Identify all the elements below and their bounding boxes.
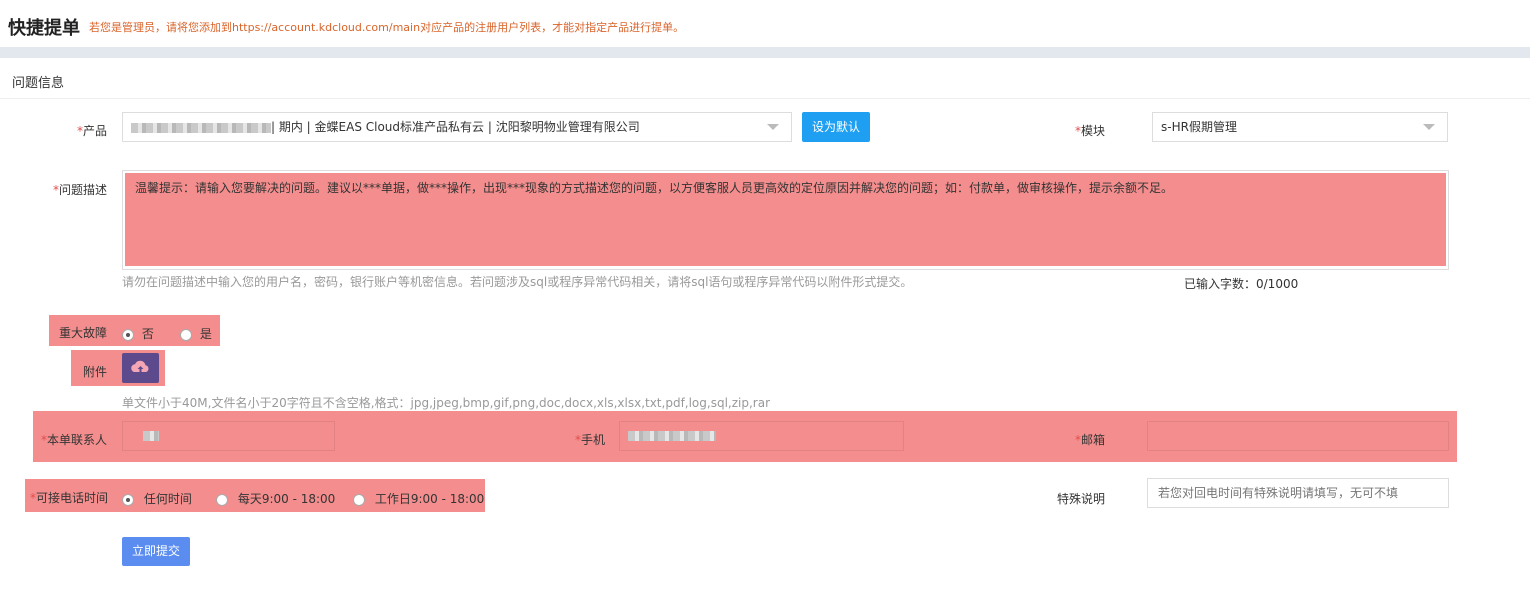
major-fault-label: 重大故障 (59, 326, 108, 340)
attachment-label: 附件 (83, 365, 108, 379)
section-divider (0, 98, 1530, 99)
major-fault-option-yes[interactable]: 是 (180, 325, 212, 342)
phone-input[interactable] (619, 421, 904, 451)
set-default-button[interactable]: 设为默认 (802, 112, 870, 142)
radio-unselected-icon (353, 493, 365, 506)
product-label: *产品 (76, 124, 107, 138)
description-textarea[interactable]: 温馨提示：请输入您要解决的问题。建议以***单据，做***操作，出现***现象的… (122, 170, 1449, 270)
call-time-option-any[interactable]: 任何时间 (122, 490, 192, 507)
call-time-row: *可接电话时间 任何时间 每天9:00 - 18:00 工作日9:00 - 18… (25, 479, 485, 512)
product-value: | 期内 | 金蝶EAS Cloud标准产品私有云 | 沈阳黎明物业管理有限公司 (271, 120, 640, 134)
contact-input[interactable] (122, 421, 335, 451)
radio-unselected-icon (216, 493, 228, 506)
call-time-option-workday[interactable]: 工作日9:00 - 18:00 (353, 490, 484, 507)
call-time-label: *可接电话时间 (30, 491, 109, 505)
module-value: s-HR假期管理 (1161, 120, 1237, 134)
attachment-row: 附件 (71, 350, 165, 386)
special-note-input[interactable] (1147, 478, 1449, 508)
call-time-option-daily[interactable]: 每天9:00 - 18:00 (216, 490, 335, 507)
radio-unselected-icon (180, 328, 192, 341)
radio-selected-icon (122, 328, 134, 341)
description-placeholder: 温馨提示：请输入您要解决的问题。建议以***单据，做***操作，出现***现象的… (125, 173, 1446, 266)
admin-notice: 若您是管理员，请将您添加到https://account.kdcloud.com… (89, 21, 685, 34)
email-label: *邮箱 (1074, 433, 1105, 447)
redacted-product-code (131, 122, 271, 133)
email-input[interactable] (1147, 421, 1449, 451)
special-label: 特殊说明 (1056, 492, 1105, 506)
module-label: *模块 (1074, 124, 1105, 138)
page-title: 快捷提单 (8, 18, 80, 39)
major-fault-row: 重大故障 否 是 (49, 315, 220, 346)
redacted-phone (628, 431, 716, 441)
section-title: 问题信息 (12, 76, 65, 91)
phone-label: *手机 (574, 433, 605, 447)
chevron-down-icon (767, 124, 779, 130)
upload-button[interactable] (122, 353, 159, 383)
description-warning: 请勿在问题描述中输入您的用户名，密码，银行账户等机密信息。若问题涉及sql或程序… (122, 275, 913, 289)
cloud-upload-icon (131, 360, 149, 372)
chevron-down-icon (1423, 124, 1435, 130)
contact-label: *本单联系人 (40, 433, 107, 447)
submit-button[interactable]: 立即提交 (122, 537, 190, 566)
radio-selected-icon (122, 493, 134, 506)
header-divider (0, 47, 1530, 58)
attachment-hint: 单文件小于40M,文件名小于20字符且不含空格,格式：jpg,jpeg,bmp,… (122, 396, 771, 410)
product-select[interactable]: | 期内 | 金蝶EAS Cloud标准产品私有云 | 沈阳黎明物业管理有限公司 (122, 112, 792, 142)
char-count: 已输入字数：0/1000 (1184, 277, 1299, 291)
description-label: *问题描述 (52, 183, 107, 197)
redacted-contact (143, 431, 159, 441)
module-select[interactable]: s-HR假期管理 (1152, 112, 1448, 142)
major-fault-option-no[interactable]: 否 (122, 325, 154, 342)
